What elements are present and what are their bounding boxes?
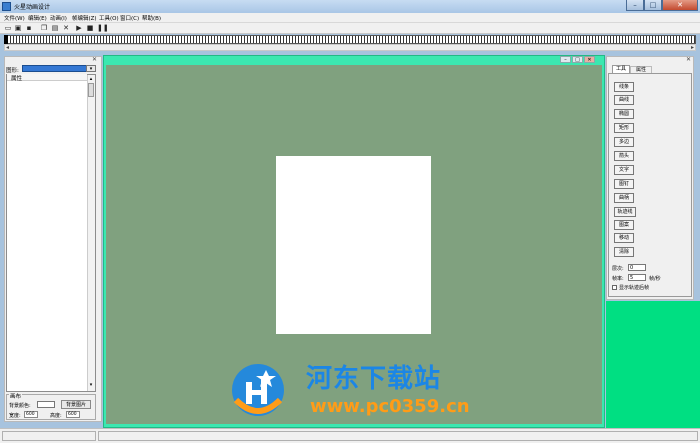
tool-clear-button[interactable]: 清除	[614, 247, 634, 257]
show-guides-checkbox[interactable]	[612, 285, 617, 290]
menu-animation[interactable]: 动画(I)	[50, 14, 67, 22]
delete-icon[interactable]: ✕	[62, 24, 70, 32]
layer-label: 层次:	[612, 266, 624, 272]
timeline-scrollbar[interactable]: ◂ ▸	[4, 44, 696, 51]
watermark-title: 河东下载站	[306, 364, 442, 394]
menu-tools[interactable]: 工具(O)	[99, 14, 119, 22]
scroll-right-icon[interactable]: ▸	[691, 44, 694, 51]
play-icon[interactable]: ▶	[75, 24, 83, 32]
shape-select[interactable]	[22, 65, 96, 72]
copy-icon[interactable]: ❐	[40, 24, 48, 32]
watermark-logo-icon	[232, 364, 284, 416]
tool-crank-button[interactable]: 曲柄	[614, 193, 634, 203]
tool-curve-button[interactable]: 曲线	[614, 95, 634, 105]
mdi-background	[606, 301, 700, 428]
tool-rectangle-button[interactable]: 矩形	[614, 123, 634, 133]
show-guides-label: 显示轨迹后帧	[619, 285, 650, 291]
toolbar: ▭ ▣ ▪ ❐ ▤ ✕ ▶ ■ ❚❚	[0, 23, 700, 34]
save-icon[interactable]: ▪	[25, 24, 33, 32]
menu-window[interactable]: 窗口(C)	[120, 14, 139, 22]
stop-icon[interactable]: ■	[86, 24, 94, 32]
drawing-canvas[interactable]	[276, 156, 431, 334]
width-input[interactable]: 600	[24, 411, 38, 418]
open-icon[interactable]: ▭	[4, 24, 12, 32]
fps-label: 帧率:	[612, 276, 624, 282]
tool-ellipse-button[interactable]: 椭圆	[614, 109, 634, 119]
scroll-up-icon[interactable]: ▴	[88, 76, 94, 82]
width-label: 宽度:	[9, 413, 21, 419]
menu-help[interactable]: 帮助(B)	[142, 14, 161, 22]
frame-timeline[interactable]	[4, 35, 696, 44]
canvas-minimize-icon[interactable]: –	[560, 56, 571, 63]
layer-select[interactable]: 0	[628, 264, 646, 271]
height-label: 高度:	[50, 413, 62, 419]
scroll-down-icon[interactable]: ▾	[88, 382, 94, 388]
panel-close-icon[interactable]: ✕	[92, 56, 97, 63]
scroll-left-icon[interactable]: ◂	[6, 44, 9, 51]
bgcolor-label: 背景颜色:	[9, 403, 31, 409]
maximize-button[interactable]: □	[644, 0, 662, 11]
menu-frame-edit[interactable]: 帧编辑(Z)	[72, 14, 97, 22]
panel-close-icon[interactable]: ✕	[686, 56, 691, 63]
pause-icon[interactable]: ❚❚	[97, 24, 109, 32]
scroll-thumb[interactable]	[88, 83, 94, 97]
properties-header: 属性	[7, 74, 87, 82]
menu-bar: 文件(W) 编辑(E) 动画(I) 帧编辑(Z) 工具(O) 窗口(C) 帮助(…	[0, 13, 700, 23]
menu-edit[interactable]: 编辑(E)	[28, 14, 47, 22]
height-input[interactable]: 600	[66, 411, 80, 418]
bgcolor-select[interactable]	[37, 401, 55, 408]
timeline-cursor[interactable]	[4, 35, 8, 44]
title-bar	[0, 0, 700, 13]
fps-select[interactable]: 5	[628, 274, 646, 281]
window-title: 火星动画设计	[14, 4, 51, 11]
tool-polygon-button[interactable]: 多边	[614, 137, 634, 147]
minimize-button[interactable]: –	[626, 0, 644, 11]
app-icon	[2, 2, 11, 11]
canvas-close-icon[interactable]: ✕	[584, 56, 595, 63]
shape-label: 图形:	[6, 68, 19, 74]
watermark-url: www.pc0359.cn	[310, 396, 470, 417]
menu-file[interactable]: 文件(W)	[4, 14, 25, 22]
tab-properties[interactable]: 属性	[630, 66, 652, 73]
tab-tools[interactable]: 工具	[612, 65, 630, 73]
close-button[interactable]: ✕	[662, 0, 698, 11]
tool-trajectory-button[interactable]: 轨迹线	[614, 207, 636, 217]
chevron-down-icon[interactable]: ▾	[86, 65, 96, 72]
canvas-group-label: 画布	[9, 392, 23, 400]
canvas-window-buttons: – □ ✕	[560, 56, 604, 64]
fps-unit: 帧/秒	[649, 276, 661, 282]
save-all-icon[interactable]: ▣	[14, 24, 22, 32]
properties-scrollbar[interactable]	[87, 75, 95, 391]
tool-pin-button[interactable]: 图钉	[614, 179, 634, 189]
tool-arrow-button[interactable]: 箭头	[614, 151, 634, 161]
paste-icon[interactable]: ▤	[51, 24, 59, 32]
tool-move-button[interactable]: 移动	[614, 233, 634, 243]
canvas-maximize-icon[interactable]: □	[572, 56, 583, 63]
tool-text-button[interactable]: 文字	[614, 165, 634, 175]
tool-pattern-button[interactable]: 图案	[614, 220, 634, 230]
status-segment	[2, 431, 96, 441]
bgimage-button[interactable]: 背景图片	[61, 400, 91, 409]
status-segment	[98, 431, 698, 441]
tool-line-button[interactable]: 线条	[614, 82, 634, 92]
properties-list[interactable]	[6, 74, 96, 392]
